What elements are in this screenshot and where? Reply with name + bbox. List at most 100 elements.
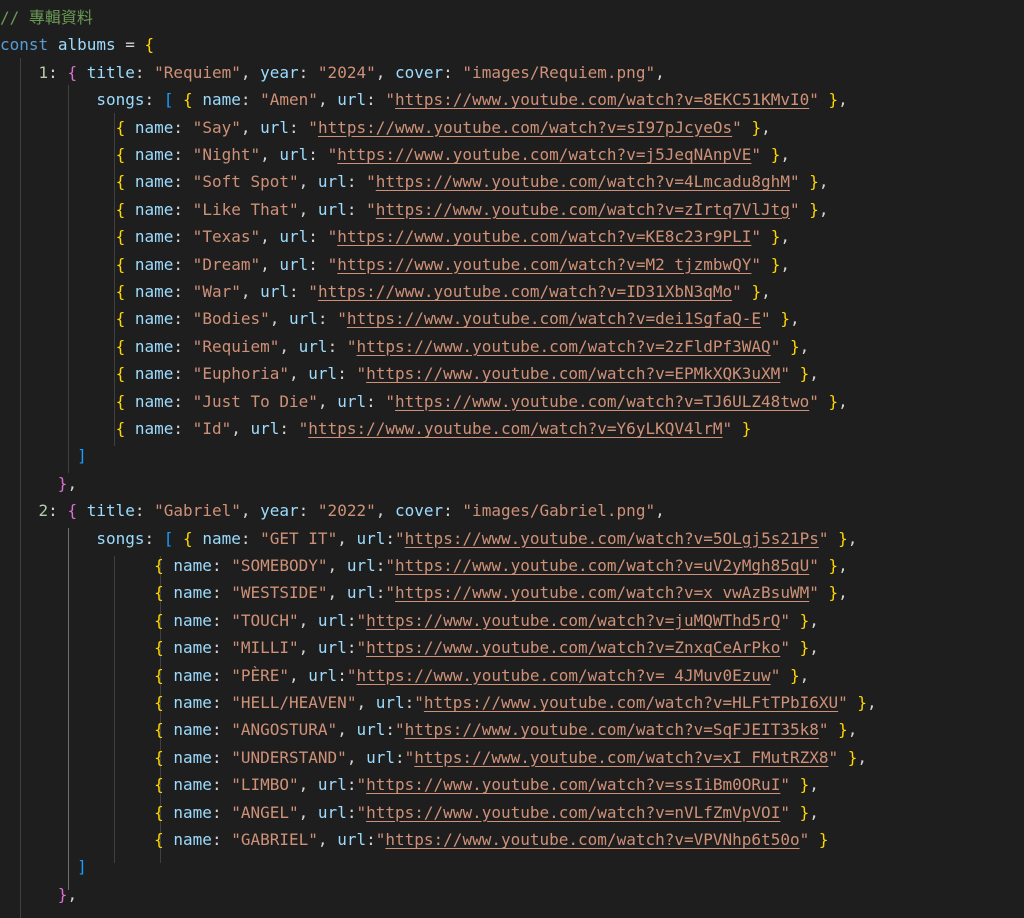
song-url-link[interactable]: https://www.youtube.com/watch?v=j5JeqNAn… xyxy=(337,145,751,164)
property-name: name xyxy=(134,282,174,301)
song-url-link[interactable]: https://www.youtube.com/watch?v=ID31XbN3… xyxy=(318,282,732,301)
punctuation: , xyxy=(327,556,347,575)
punctuation xyxy=(164,830,174,849)
property-name: name xyxy=(134,336,174,356)
brace-close: } xyxy=(828,391,839,411)
brace-open: { xyxy=(67,62,78,82)
quote: " xyxy=(770,336,781,356)
songs-close-line: ] xyxy=(0,853,87,880)
property-url: url xyxy=(279,254,309,274)
punctuation: , xyxy=(298,638,318,658)
quote: " xyxy=(818,528,829,548)
song-line: { name: "SOMEBODY", url:"https://www.you… xyxy=(0,552,848,579)
property-name: name xyxy=(134,117,174,137)
property-url: url xyxy=(279,145,309,164)
punctuation xyxy=(809,830,819,849)
song-url-link[interactable]: https://www.youtube.com/watch?v=x_vwAzBs… xyxy=(395,583,809,602)
declaration-line: const albums = { xyxy=(0,31,154,58)
quote: " xyxy=(327,227,338,247)
punctuation: , xyxy=(289,364,309,384)
song-url-link[interactable]: https://www.youtube.com/watch?v=sI97pJcy… xyxy=(318,118,732,137)
punctuation: , xyxy=(231,419,251,438)
album-close-line: }, xyxy=(0,470,77,497)
quote: " xyxy=(308,117,318,137)
punctuation: : xyxy=(308,254,328,274)
song-url-link[interactable]: https://www.youtube.com/watch?v=dei1Sgfa… xyxy=(347,309,761,328)
song-url-link[interactable]: https://www.youtube.com/watch?v=Y6yLKQV4… xyxy=(308,419,722,438)
quote: " xyxy=(780,638,790,658)
punctuation: , xyxy=(337,720,357,740)
punctuation: : xyxy=(48,62,68,82)
code-comment: // 專輯資料 xyxy=(0,8,93,27)
punctuation: , xyxy=(375,501,395,521)
punctuation: , xyxy=(818,199,829,219)
punctuation xyxy=(838,748,848,767)
punctuation xyxy=(761,227,771,246)
property-year: year xyxy=(260,62,299,82)
bracket-open: [ xyxy=(163,528,174,548)
punctuation: : xyxy=(211,583,232,603)
song-url-link[interactable]: https://www.youtube.com/watch?v=uV2yMgh8… xyxy=(395,556,809,575)
punctuation xyxy=(125,419,135,438)
quote: " xyxy=(732,282,742,301)
quote: " xyxy=(780,802,790,822)
punctuation: , xyxy=(809,775,819,795)
song-name: "Bodies" xyxy=(192,309,270,329)
song-url-link[interactable]: https://www.youtube.com/watch?v=ssIiBm0O… xyxy=(366,775,780,794)
punctuation: : xyxy=(211,610,232,630)
punctuation: : xyxy=(211,775,232,795)
property-url: url xyxy=(317,610,347,630)
song-url-link[interactable]: https://www.youtube.com/watch?v=zIrtq7Vl… xyxy=(376,200,790,219)
punctuation xyxy=(742,118,752,137)
song-url-link[interactable]: https://www.youtube.com/watch?v=2zFldPf3… xyxy=(356,337,770,356)
song-url-link[interactable]: https://www.youtube.com/watch?v=TJ6ULZ48… xyxy=(395,392,809,411)
property-cover: cover xyxy=(394,62,444,82)
song-url-link[interactable]: https://www.youtube.com/watch?v=_4JMuv0E… xyxy=(356,666,770,685)
song-name-value: TOUCH xyxy=(240,610,290,630)
punctuation: , xyxy=(761,282,771,301)
brace-close: } xyxy=(741,419,752,438)
quote: " xyxy=(722,419,733,438)
punctuation: , xyxy=(809,610,819,630)
punctuation xyxy=(819,90,829,109)
quote: " xyxy=(780,775,790,795)
song-url-link[interactable]: https://www.youtube.com/watch?v=juMQWThd… xyxy=(366,611,780,630)
song-url-link[interactable]: https://www.youtube.com/watch?v=4Lmcadu8… xyxy=(376,172,790,191)
song-name: "PÈRE" xyxy=(231,665,290,685)
song-url-link[interactable]: https://www.youtube.com/watch?v=xI_FMutR… xyxy=(414,748,828,767)
punctuation: , xyxy=(356,693,376,712)
punctuation: : xyxy=(211,747,232,767)
punctuation: , xyxy=(327,583,347,603)
punctuation: , xyxy=(279,336,299,356)
song-url-link[interactable]: https://www.youtube.com/watch?v=5OLgj5s2… xyxy=(405,529,819,548)
punctuation xyxy=(780,337,790,356)
song-url-link[interactable]: https://www.youtube.com/watch?v=nVLfZmVp… xyxy=(366,803,780,822)
punctuation xyxy=(77,63,87,82)
property-url: url xyxy=(317,199,347,219)
property-name: name xyxy=(134,199,174,219)
code-editor[interactable]: // 專輯資料 const albums = { 1: { title: "Req… xyxy=(0,0,1024,918)
punctuation: : xyxy=(144,90,164,110)
song-url-link[interactable]: https://www.youtube.com/watch?v=EPMkXQK3… xyxy=(366,364,780,383)
brace-open: { xyxy=(154,583,164,603)
punctuation xyxy=(732,419,742,438)
punctuation: : xyxy=(346,172,367,192)
brace-close: } xyxy=(770,227,781,247)
song-url-link[interactable]: https://www.youtube.com/watch?v=VPVNhp6t… xyxy=(385,830,799,849)
punctuation: : xyxy=(337,665,347,685)
song-name: "GET IT" xyxy=(260,528,338,548)
song-url-link[interactable]: https://www.youtube.com/watch?v=SqFJEIT3… xyxy=(405,720,819,739)
quote: " xyxy=(298,419,309,438)
song-line: { name: "WESTSIDE", url:"https://www.you… xyxy=(0,579,848,606)
song-url-link[interactable]: https://www.youtube.com/watch?v=8EKC51KM… xyxy=(395,90,809,109)
brace-open: { xyxy=(154,693,164,712)
album-header-line: 2: { title: "Gabriel", year: "2022", cov… xyxy=(0,497,665,524)
song-url-link[interactable]: https://www.youtube.com/watch?v=HLFtTPbI… xyxy=(424,693,838,712)
punctuation xyxy=(819,583,829,602)
punctuation: : xyxy=(173,309,193,329)
song-name: "Just To Die" xyxy=(192,391,318,411)
song-url-link[interactable]: https://www.youtube.com/watch?v=ZnxqCeAr… xyxy=(366,638,780,657)
punctuation: : xyxy=(366,90,386,110)
song-url-link[interactable]: https://www.youtube.com/watch?v=KE8c23r9… xyxy=(337,227,751,246)
song-url-link[interactable]: https://www.youtube.com/watch?v=M2_tjzmb… xyxy=(337,255,751,274)
